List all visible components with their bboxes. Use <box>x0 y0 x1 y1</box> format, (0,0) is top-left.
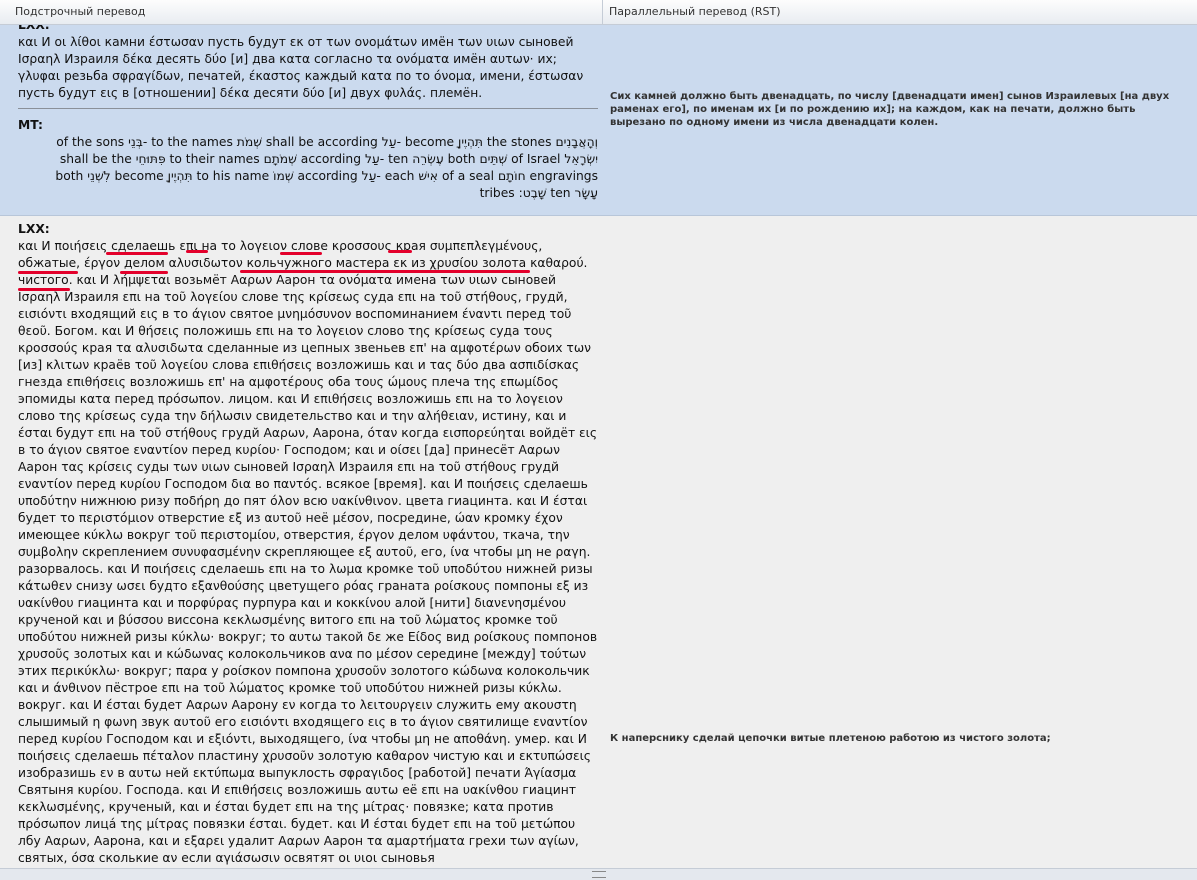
annotation-underline <box>120 271 168 274</box>
bottom-scroll-bar[interactable] <box>0 868 1197 880</box>
lxx-interlinear-text: και И οι λίθοι камни έστωσαν пусть будут… <box>18 35 584 100</box>
column-header-bar: Подстрочный перевод Параллельный перевод… <box>0 0 1197 25</box>
lxx-interlinear-text: και И ποιήσεις сделаешь επι на το λογειο… <box>18 239 598 865</box>
lxx-label-partial: LXX: <box>18 25 50 32</box>
annotation-underline <box>18 288 70 291</box>
verse-row[interactable]: LXX: και И ποιήσεις сделаешь επι на το λ… <box>0 216 1197 868</box>
annotation-underline <box>388 250 412 253</box>
mt-label: MT: <box>18 118 43 132</box>
annotation-underline <box>106 252 168 255</box>
rst-parallel-text: Сих камней должно быть двенадцать, по чи… <box>610 91 1170 128</box>
verse-row-selected[interactable]: LXX: και И οι λίθοι камни έστωσαν пусть … <box>0 25 1197 216</box>
column-header-interlinear[interactable]: Подстрочный перевод <box>0 0 603 24</box>
rst-parallel-text: К наперснику сделай цепочки витые плетен… <box>610 733 1051 744</box>
mt-line: tribes :שָׁבֶט ten עָשָׂר <box>479 186 598 200</box>
mt-interlinear-block: of the sons בְּנֵי- to the names שְׁמֹת … <box>18 134 598 202</box>
mt-line: both לִשְׁנֵי become תִּהְיֶיןָ to his n… <box>55 169 598 183</box>
annotation-underline <box>280 252 322 255</box>
lxx-label: LXX: <box>18 222 50 236</box>
mt-line: of the sons בְּנֵי- to the names שְׁמֹת … <box>56 135 598 149</box>
resize-grip-icon[interactable] <box>592 871 606 878</box>
column-header-parallel-rst[interactable]: Параллельный перевод (RST) <box>603 0 1189 24</box>
section-divider <box>18 108 598 109</box>
annotation-underline <box>240 270 530 273</box>
annotation-underline <box>186 250 208 253</box>
mt-line: shall be the פִּתּוּחֵי to their names ש… <box>59 152 598 166</box>
annotation-underline <box>18 271 78 274</box>
